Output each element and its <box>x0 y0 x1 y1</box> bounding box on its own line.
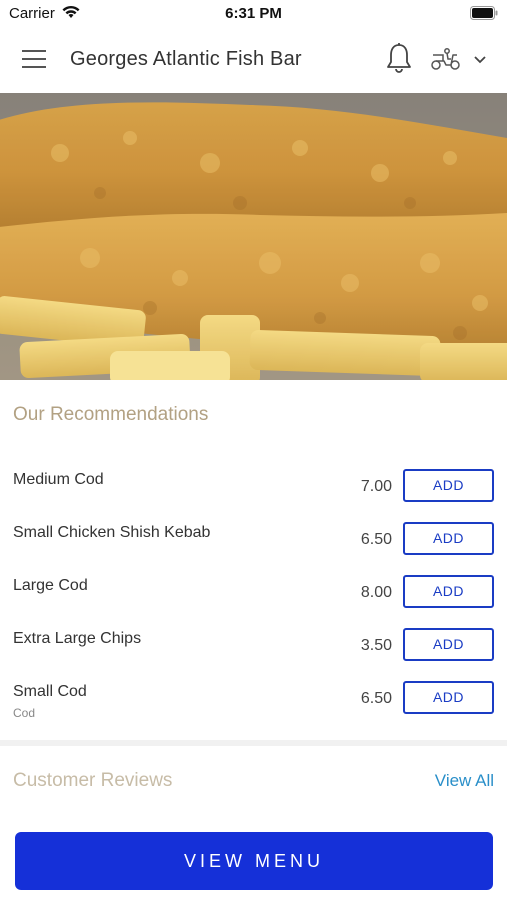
list-item: Large Cod 8.00 ADD <box>0 575 507 615</box>
list-item: Small Cod Cod 6.50 ADD <box>0 681 507 721</box>
item-subtitle: Cod <box>13 706 36 720</box>
view-all-reviews-link[interactable]: View All <box>435 771 494 791</box>
item-name: Large Cod <box>13 577 88 594</box>
hamburger-menu-icon[interactable] <box>22 48 48 70</box>
view-menu-button[interactable]: VIEW MENU <box>15 832 493 890</box>
item-name: Small Chicken Shish Kebab <box>13 524 211 541</box>
chevron-down-icon[interactable] <box>472 52 488 66</box>
recommendations-heading: Our Recommendations <box>13 404 209 425</box>
add-button[interactable]: ADD <box>403 681 494 714</box>
restaurant-title: Georges Atlantic Fish Bar <box>70 48 302 70</box>
customer-reviews-heading: Customer Reviews <box>13 770 173 791</box>
list-item: Medium Cod 7.00 ADD <box>0 469 507 509</box>
app-header: Georges Atlantic Fish Bar <box>0 26 507 93</box>
item-price: 6.50 <box>360 531 392 548</box>
list-item: Extra Large Chips 3.50 ADD <box>0 628 507 668</box>
add-button[interactable]: ADD <box>403 469 494 502</box>
item-price: 7.00 <box>360 478 392 495</box>
status-bar: Carrier 6:31 PM <box>0 0 507 26</box>
fish-and-chips-photo <box>0 93 507 380</box>
list-item: Small Chicken Shish Kebab 6.50 ADD <box>0 522 507 562</box>
hero-image-fish-and-chips <box>0 93 507 380</box>
item-name: Extra Large Chips <box>13 630 142 647</box>
battery-icon <box>470 6 498 20</box>
item-price: 3.50 <box>360 637 392 654</box>
bell-icon[interactable] <box>384 42 414 74</box>
add-button[interactable]: ADD <box>403 522 494 555</box>
add-button[interactable]: ADD <box>403 628 494 661</box>
section-divider <box>0 740 507 746</box>
add-button[interactable]: ADD <box>403 575 494 608</box>
item-price: 8.00 <box>360 584 392 601</box>
item-price: 6.50 <box>360 690 392 707</box>
item-name: Medium Cod <box>13 471 104 488</box>
delivery-scooter-icon[interactable] <box>430 46 462 72</box>
item-name: Small Cod <box>13 683 87 700</box>
clock: 6:31 PM <box>225 5 282 22</box>
